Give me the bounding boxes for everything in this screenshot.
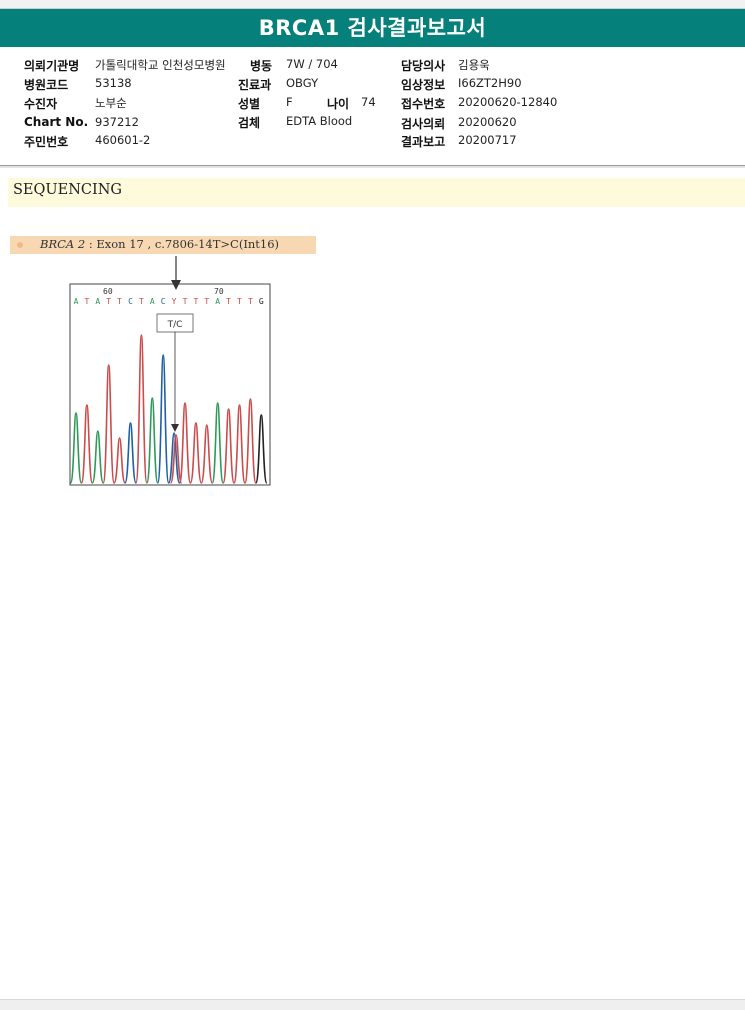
department-label: 진료과 xyxy=(238,78,272,92)
base-call-letter: A xyxy=(215,297,220,306)
receipt-no-label: 접수번호 xyxy=(401,97,446,111)
base-call-letter: T xyxy=(84,297,89,306)
receipt-no-value: 20200620-12840 xyxy=(458,95,558,109)
base-call-letter: A xyxy=(74,297,79,306)
call-label: T/C xyxy=(167,320,183,330)
report-title: BRCA1 검사결과보고서 xyxy=(258,16,487,40)
sequencing-chromatogram: 60 70 ATATTCTACYTTTATTTG T/C xyxy=(69,256,271,486)
chart-no-label: Chart No. xyxy=(24,115,89,129)
base-call-letter: T xyxy=(106,297,111,306)
patient-info-panel: 의뢰기관명 가톨릭대학교 인천성모병원 병원코드 53138 수진자 노부순 C… xyxy=(0,48,745,166)
ward-label: 병동 xyxy=(250,59,273,73)
base-call-letter: A xyxy=(95,297,100,306)
base-call-letter: T xyxy=(183,297,188,306)
base-call-letter: Y xyxy=(172,297,177,306)
base-call-letter: T xyxy=(193,297,198,306)
chart-no-value: 937212 xyxy=(95,115,139,129)
doctor-label: 담당의사 xyxy=(401,59,446,73)
institution-value: 가톨릭대학교 인천성모병원 xyxy=(95,58,226,72)
age-value: 74 xyxy=(361,95,376,109)
doctor-value: 김용욱 xyxy=(458,58,490,72)
base-call-letter: T xyxy=(226,297,231,306)
base-call-letter: T xyxy=(204,297,209,306)
position-label-60: 60 xyxy=(103,287,113,296)
base-call-letter: T xyxy=(237,297,242,306)
sequencing-section-title: SEQUENCING xyxy=(13,182,122,198)
age-label: 나이 xyxy=(327,97,350,111)
request-date-value: 20200620 xyxy=(458,115,517,129)
footer-strip xyxy=(0,999,745,1010)
bullet-icon xyxy=(17,242,23,248)
top-window-strip xyxy=(0,0,745,9)
examinee-value: 노부순 xyxy=(95,96,127,110)
clinical-info-label: 임상정보 xyxy=(401,78,446,92)
variant-caption: BRCA 2 : Exon 17 , c.7806-14T>C(Int16) xyxy=(40,237,279,251)
header-divider xyxy=(0,166,745,168)
base-call-letter: T xyxy=(139,297,144,306)
base-call-letter: A xyxy=(150,297,155,306)
id-no-value: 460601-2 xyxy=(95,133,151,147)
base-call-letter: T xyxy=(248,297,253,306)
id-no-label: 주민번호 xyxy=(24,135,69,149)
hospital-code-label: 병원코드 xyxy=(24,78,69,92)
department-value: OBGY xyxy=(286,76,319,90)
report-title-bar: BRCA1 검사결과보고서 xyxy=(0,9,745,47)
base-call-letter: C xyxy=(128,297,133,306)
report-date-label: 결과보고 xyxy=(401,135,446,149)
sex-value: F xyxy=(286,95,293,109)
sex-label: 성별 xyxy=(238,97,261,111)
base-call-letter: G xyxy=(259,297,264,306)
clinical-info-value: I66ZT2H90 xyxy=(458,76,522,90)
examinee-label: 수진자 xyxy=(24,97,58,111)
variant-detail: : Exon 17 , c.7806-14T>C(Int16) xyxy=(88,237,280,251)
base-call-letter: T xyxy=(117,297,122,306)
ward-value: 7W / 704 xyxy=(286,57,338,71)
request-date-label: 검사의뢰 xyxy=(401,117,446,131)
hospital-code-value: 53138 xyxy=(95,76,132,90)
base-call-letter: C xyxy=(161,297,166,306)
specimen-value: EDTA Blood xyxy=(286,114,353,128)
position-label-70: 70 xyxy=(214,287,224,296)
institution-label: 의뢰기관명 xyxy=(24,59,80,73)
specimen-label: 검체 xyxy=(238,116,261,130)
report-date-value: 20200717 xyxy=(458,133,517,147)
variant-gene: BRCA 2 xyxy=(40,237,86,251)
